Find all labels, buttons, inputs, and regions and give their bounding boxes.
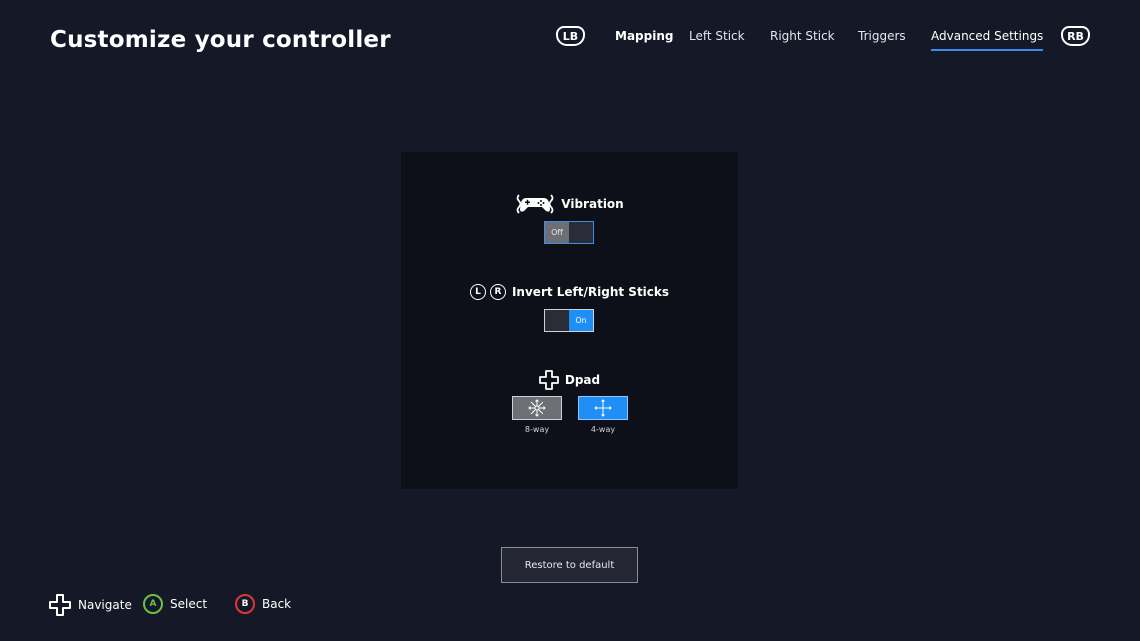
- dpad-setting-title: Dpad: [401, 370, 738, 390]
- invert-sticks-toggle-on: On: [569, 310, 593, 331]
- four-way-arrows-icon: [594, 399, 612, 417]
- dpad-label: Dpad: [564, 373, 601, 387]
- invert-sticks-label: Invert Left/Right Sticks: [511, 285, 670, 299]
- vibration-toggle-off: Off: [545, 222, 569, 243]
- eight-way-arrows-icon: [528, 399, 546, 417]
- b-button-icon: B: [235, 594, 255, 614]
- navigate-label: Navigate: [78, 598, 132, 612]
- vibration-controller-icon: [516, 194, 554, 214]
- vibration-toggle-empty: [569, 222, 593, 243]
- vibration-label: Vibration: [561, 197, 624, 211]
- tab-triggers[interactable]: Triggers: [858, 29, 906, 43]
- page-title: Customize your controller: [50, 27, 391, 53]
- vibration-setting-title: Vibration: [401, 192, 738, 216]
- dpad-icon: [49, 594, 71, 616]
- back-hint: B Back: [235, 594, 291, 614]
- tab-mapping[interactable]: Mapping: [615, 29, 673, 43]
- tab-advanced-settings-label: Advanced Settings: [931, 29, 1044, 43]
- a-button-icon: A: [143, 594, 163, 614]
- invert-sticks-setting-title: L R Invert Left/Right Sticks: [401, 284, 738, 300]
- lb-bumper-icon[interactable]: LB: [556, 26, 585, 46]
- left-stick-icon: L: [469, 284, 486, 300]
- tab-right-stick[interactable]: Right Stick: [770, 29, 835, 43]
- dpad-8-way-caption: 8-way: [524, 425, 550, 434]
- invert-sticks-toggle-empty: [545, 310, 569, 331]
- vibration-toggle[interactable]: Off: [544, 221, 594, 244]
- tab-left-stick[interactable]: Left Stick: [689, 29, 745, 43]
- dpad-icon: [538, 370, 559, 390]
- dpad-4-way-option[interactable]: [578, 396, 628, 420]
- settings-panel: Vibration Off L R Invert Left/Right Stic…: [401, 152, 738, 489]
- select-label: Select: [170, 597, 208, 611]
- tab-advanced-settings[interactable]: Advanced Settings: [931, 29, 1044, 51]
- dpad-8-way-option[interactable]: [512, 396, 562, 420]
- invert-sticks-toggle[interactable]: On: [544, 309, 594, 332]
- active-tab-indicator: [931, 49, 1044, 51]
- restore-default-button[interactable]: Restore to default: [501, 547, 638, 583]
- back-label: Back: [262, 597, 292, 611]
- dpad-4-way-caption: 4-way: [590, 425, 616, 434]
- navigate-hint: Navigate: [49, 594, 132, 616]
- rb-bumper-icon[interactable]: RB: [1061, 26, 1090, 46]
- right-stick-icon: R: [489, 284, 506, 300]
- select-hint: A Select: [143, 594, 207, 614]
